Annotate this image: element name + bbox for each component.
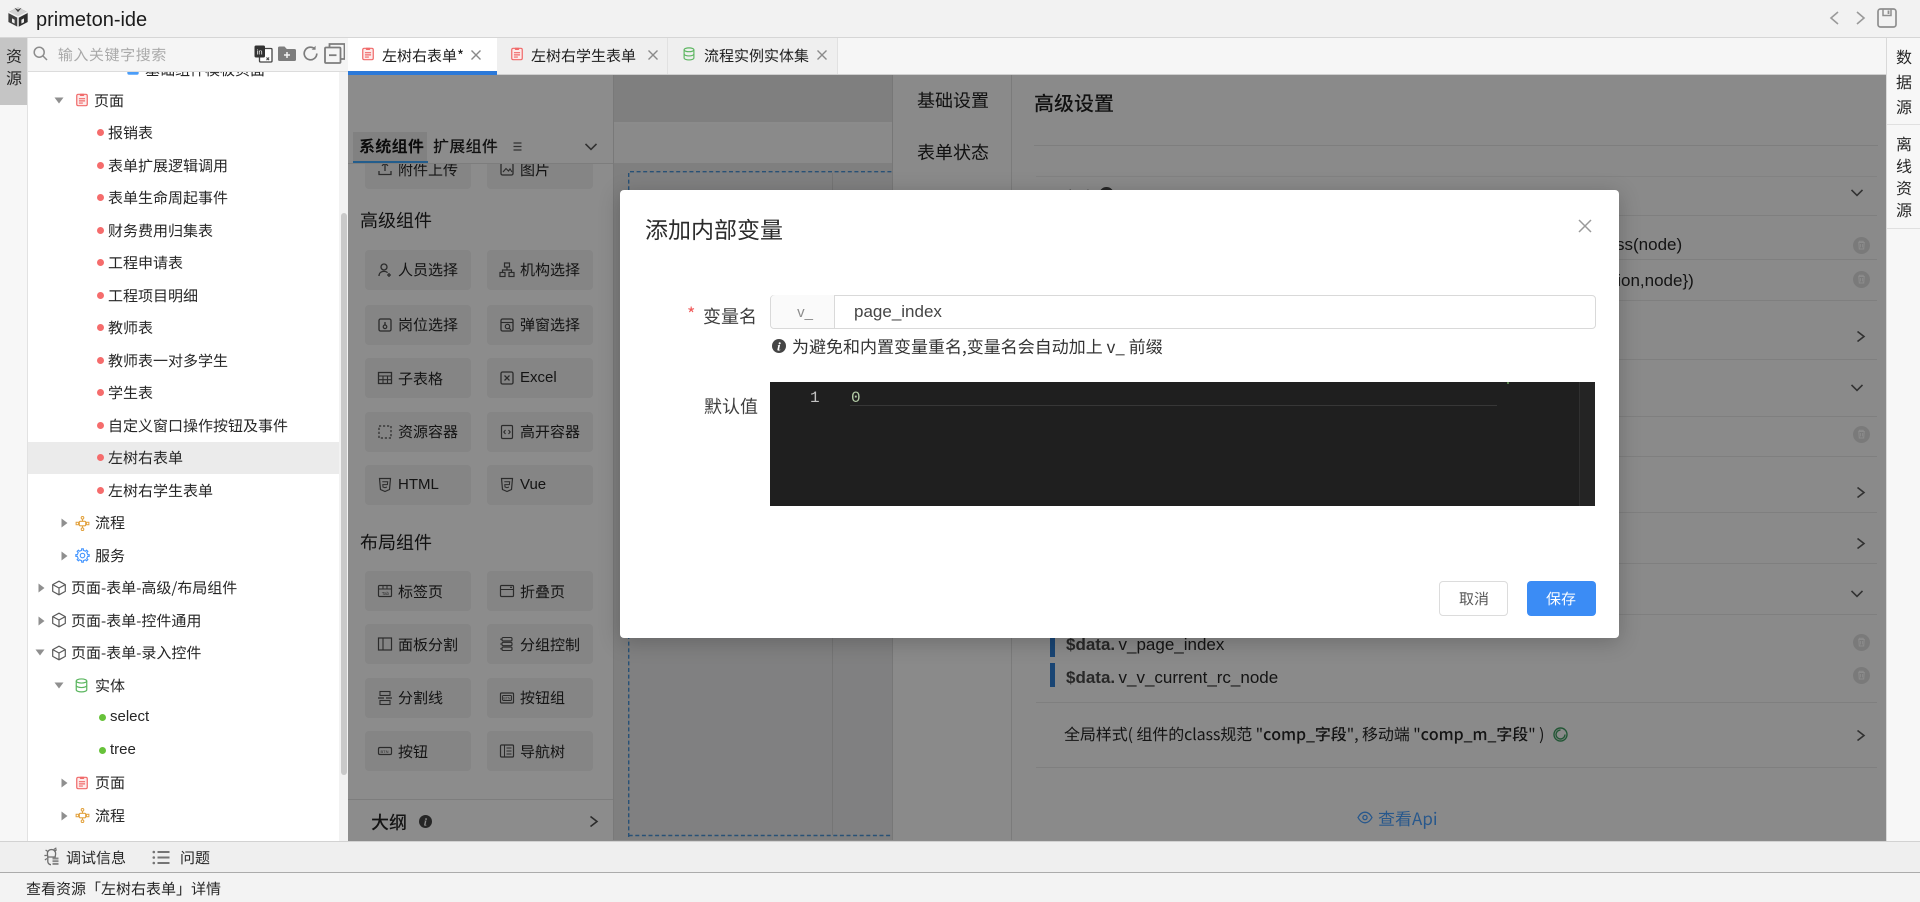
svg-text:in: in [257,48,263,57]
